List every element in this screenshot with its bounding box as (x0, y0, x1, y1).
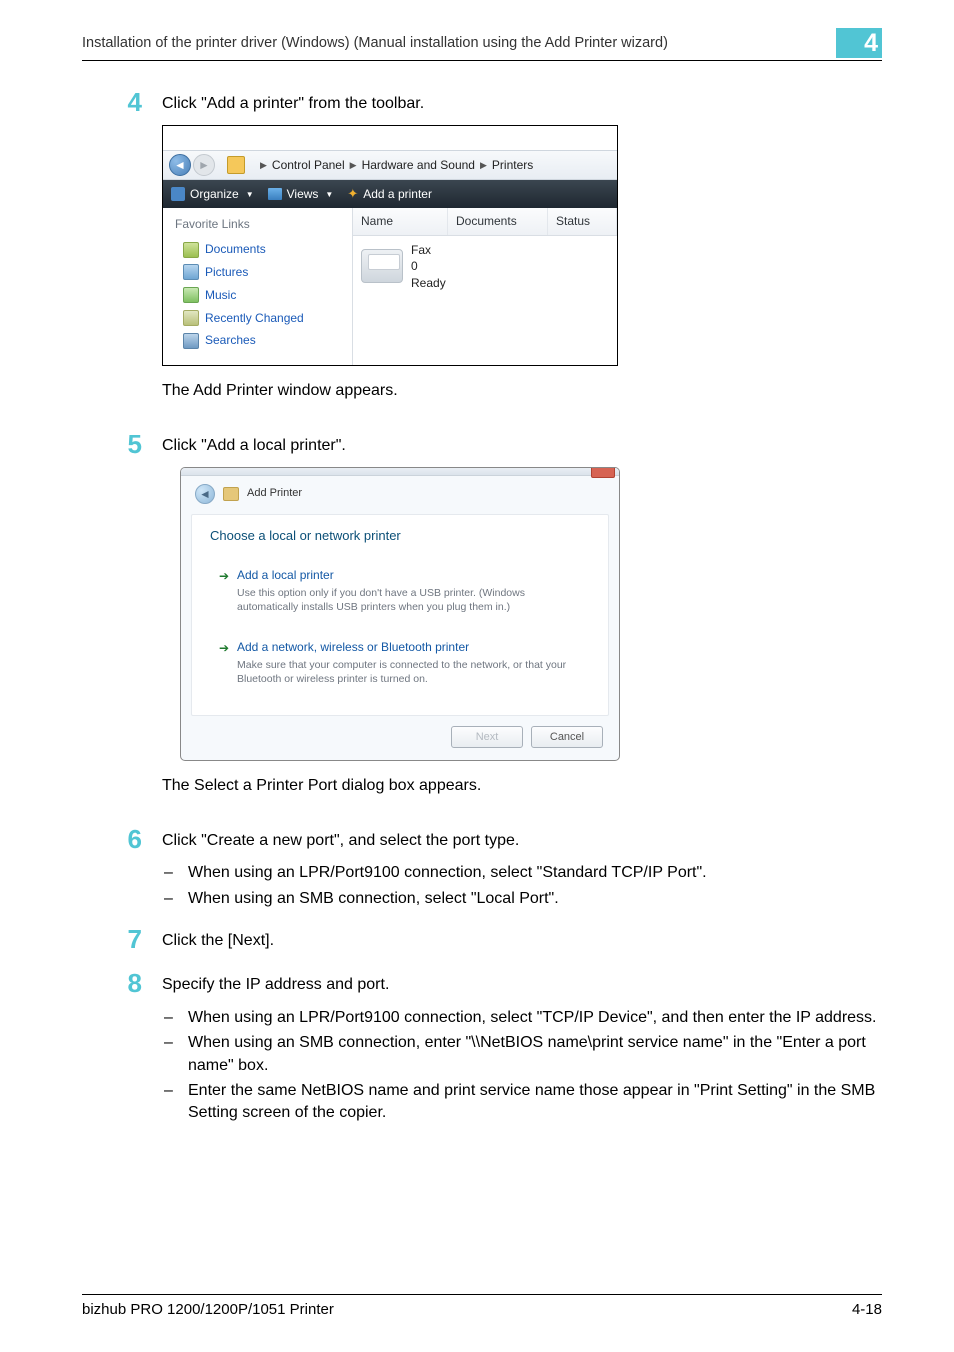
option-title: Add a local printer (237, 567, 577, 584)
step-8-bullet-2: When using an SMB connection, enter "\\N… (188, 1032, 882, 1077)
nav-forward-icon[interactable]: ► (193, 154, 215, 176)
printer-list: Name Documents Status Fax 0 Ready (353, 208, 617, 365)
views-icon (268, 188, 282, 200)
step-8-bullet-3: Enter the same NetBIOS name and print se… (188, 1080, 882, 1125)
bullet-dash: – (162, 862, 188, 884)
step-5-caption: The Select a Printer Port dialog box app… (162, 775, 882, 797)
option-description: Use this option only if you don't have a… (237, 586, 577, 614)
step-number-7: 7 (82, 926, 162, 962)
documents-icon (183, 242, 199, 258)
arrow-icon: ➔ (219, 568, 229, 585)
printer-name: Fax (411, 242, 446, 258)
col-documents[interactable]: Documents (448, 208, 548, 235)
wizard-question: Choose a local or network printer (210, 527, 592, 545)
step-number-5: 5 (82, 431, 162, 818)
step-8-bullet-1: When using an LPR/Port9100 connection, s… (188, 1007, 882, 1029)
printer-status: Ready (411, 275, 446, 291)
fav-pictures[interactable]: Pictures (183, 264, 342, 281)
views-button[interactable]: Views▼ (268, 186, 334, 203)
printer-icon (223, 487, 239, 501)
bullet-dash: – (162, 1080, 188, 1125)
organize-button[interactable]: Organize▼ (171, 186, 254, 203)
step-7-text: Click the [Next]. (162, 930, 882, 952)
bullet-dash: – (162, 1007, 188, 1029)
music-icon (183, 287, 199, 303)
screenshot-add-printer-wizard: ◄ Add Printer Choose a local or network … (180, 467, 620, 761)
chapter-badge: 4 (836, 28, 882, 58)
breadcrumb-arrow-icon[interactable]: ▶ (260, 159, 267, 172)
organize-icon (171, 187, 185, 201)
next-button[interactable]: Next (451, 726, 523, 748)
step-6-bullet-2: When using an SMB connection, select "Lo… (188, 888, 882, 910)
arrow-icon: ➔ (219, 640, 229, 657)
step-4-text: Click "Add a printer" from the toolbar. (162, 93, 882, 115)
printers-folder-icon (227, 156, 245, 174)
step-number-8: 8 (82, 970, 162, 1132)
recently-changed-icon (183, 310, 199, 326)
favorite-links-pane: Favorite Links Documents Pictures Music … (163, 208, 353, 365)
step-6-bullet-1: When using an LPR/Port9100 connection, s… (188, 862, 882, 884)
step-8-text: Specify the IP address and port. (162, 974, 882, 996)
fav-searches[interactable]: Searches (183, 332, 342, 349)
step-6-text: Click "Create a new port", and select th… (162, 830, 882, 852)
step-4-caption: The Add Printer window appears. (162, 380, 882, 402)
close-icon[interactable] (591, 467, 615, 478)
fav-recently-changed[interactable]: Recently Changed (183, 310, 342, 327)
option-description: Make sure that your computer is connecte… (237, 658, 577, 686)
wizard-title: Add Printer (247, 486, 302, 501)
add-printer-icon: ✦ (347, 185, 358, 203)
crumb-printers[interactable]: Printers (492, 157, 533, 174)
pictures-icon (183, 264, 199, 280)
toolbar: Organize▼ Views▼ ✦ Add a printer (163, 180, 617, 208)
col-status[interactable]: Status (548, 208, 617, 235)
dropdown-icon: ▼ (246, 189, 254, 200)
step-5-text: Click "Add a local printer". (162, 435, 882, 457)
crumb-control-panel[interactable]: Control Panel (272, 157, 345, 174)
cancel-button[interactable]: Cancel (531, 726, 603, 748)
fav-music[interactable]: Music (183, 287, 342, 304)
screenshot-printers-window: ◄ ► ▶ Control Panel ▶ Hardware and Sound… (162, 125, 618, 366)
list-header: Name Documents Status (353, 208, 617, 236)
step-number-4: 4 (82, 89, 162, 423)
option-add-network-printer[interactable]: ➔ Add a network, wireless or Bluetooth p… (212, 631, 588, 697)
step-number-6: 6 (82, 826, 162, 918)
option-add-local-printer[interactable]: ➔ Add a local printer Use this option on… (212, 559, 588, 625)
printer-icon (361, 249, 403, 283)
col-name[interactable]: Name (353, 208, 448, 235)
breadcrumb-arrow-icon[interactable]: ▶ (480, 159, 487, 172)
footer-left: bizhub PRO 1200/1200P/1051 Printer (82, 1301, 334, 1318)
favorite-links-header: Favorite Links (175, 216, 342, 233)
wizard-back-icon[interactable]: ◄ (195, 484, 215, 504)
page-header: Installation of the printer driver (Wind… (82, 35, 836, 51)
address-bar: ◄ ► ▶ Control Panel ▶ Hardware and Sound… (163, 150, 617, 180)
printer-doc-count: 0 (411, 258, 446, 274)
crumb-hardware-sound[interactable]: Hardware and Sound (362, 157, 475, 174)
nav-back-icon[interactable]: ◄ (169, 154, 191, 176)
dropdown-icon: ▼ (325, 189, 333, 200)
searches-icon (183, 333, 199, 349)
breadcrumb-arrow-icon[interactable]: ▶ (350, 159, 357, 172)
fav-documents[interactable]: Documents (183, 241, 342, 258)
printer-row-fax[interactable]: Fax 0 Ready (353, 236, 617, 301)
bullet-dash: – (162, 888, 188, 910)
add-printer-button[interactable]: ✦ Add a printer (347, 185, 432, 203)
footer-right: 4-18 (852, 1301, 882, 1318)
bullet-dash: – (162, 1032, 188, 1077)
option-title: Add a network, wireless or Bluetooth pri… (237, 639, 577, 656)
